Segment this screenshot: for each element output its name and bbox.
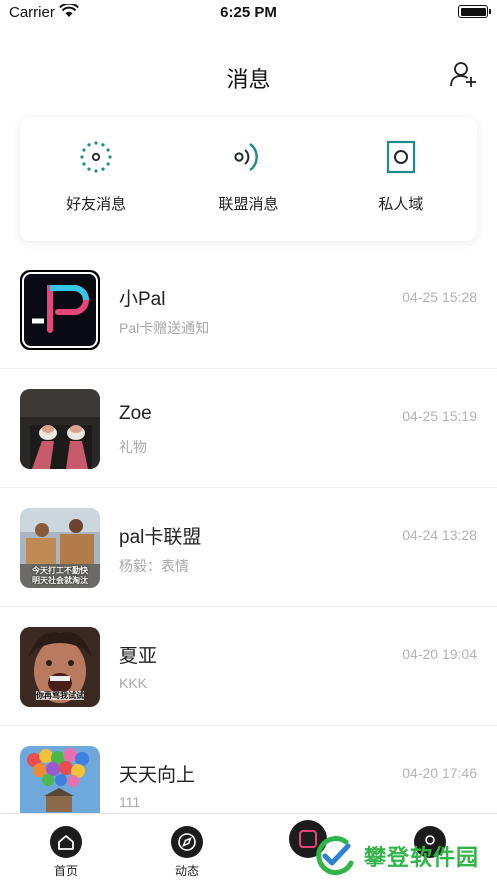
home-icon bbox=[50, 826, 82, 858]
tab-home[interactable]: 首页 bbox=[4, 814, 128, 883]
conversation-preview: Pal卡赠送通知 bbox=[119, 320, 210, 336]
page-title: 消息 bbox=[226, 67, 271, 92]
header: 消息 bbox=[0, 52, 497, 98]
conversation-name: Zoe bbox=[119, 403, 152, 424]
watermark: 攀登软件园 bbox=[312, 832, 492, 880]
avatar bbox=[20, 270, 100, 350]
conversation-time: 04-20 17:46 bbox=[402, 765, 477, 781]
avatar bbox=[20, 389, 100, 469]
conversation-time: 04-24 13:28 bbox=[402, 527, 477, 543]
conversation-time: 04-25 15:19 bbox=[402, 408, 477, 424]
avatar bbox=[20, 746, 100, 813]
conversation-row[interactable]: 天天向上 111 04-20 17:46 bbox=[0, 726, 497, 813]
conversation-name: 小Pal bbox=[119, 289, 166, 310]
conversation-preview: 礼物 bbox=[119, 439, 147, 455]
conversation-name: 夏亚 bbox=[119, 646, 158, 667]
avatar: 今天打工不勤快 明天社会就淘汰 bbox=[20, 508, 100, 588]
dotted-circle-icon bbox=[76, 137, 116, 177]
quick-action-friend-messages[interactable]: 好友消息 bbox=[20, 117, 172, 241]
conversation-row[interactable]: 你再骂我试试 夏亚 KKK 04-20 19:04 bbox=[0, 607, 497, 726]
conversation-list[interactable]: 小Pal Pal卡赠送通知 04-25 15:28 Zoe 礼物 04-25 1… bbox=[0, 250, 497, 813]
conversation-row[interactable]: 小Pal Pal卡赠送通知 04-25 15:28 bbox=[0, 250, 497, 369]
quick-action-alliance-messages[interactable]: 联盟消息 bbox=[172, 117, 324, 241]
watermark-logo-icon bbox=[316, 836, 354, 876]
conversation-preview: KKK bbox=[119, 675, 148, 691]
watermark-text: 攀登软件园 bbox=[364, 845, 480, 870]
conversation-row[interactable]: Zoe 礼物 04-25 15:19 bbox=[0, 369, 497, 488]
conversation-row[interactable]: 今天打工不勤快 明天社会就淘汰 pal卡联盟 杨毅：表情 04-24 13:28 bbox=[0, 488, 497, 607]
conversation-name: 天天向上 bbox=[119, 765, 196, 786]
avatar-caption: 你再骂我试试 bbox=[36, 691, 84, 700]
quick-action-label: 私人域 bbox=[378, 196, 424, 213]
broadcast-icon bbox=[228, 137, 268, 177]
quick-action-label: 好友消息 bbox=[66, 196, 127, 213]
tab-label: 动态 bbox=[174, 864, 199, 878]
quick-actions-card: 好友消息 联盟消息 私人域 bbox=[20, 117, 477, 241]
private-domain-icon bbox=[381, 137, 421, 177]
conversation-time: 04-20 19:04 bbox=[402, 646, 477, 662]
add-friend-icon[interactable] bbox=[449, 60, 477, 88]
battery-icon bbox=[458, 5, 491, 18]
avatar-caption: 今天打工不勤快 明天社会就淘汰 bbox=[32, 566, 88, 585]
clock: 6:25 PM bbox=[220, 4, 277, 21]
conversation-time: 04-25 15:28 bbox=[402, 289, 477, 305]
conversation-preview: 111 bbox=[119, 794, 141, 810]
avatar: 你再骂我试试 bbox=[20, 627, 100, 707]
compass-icon bbox=[171, 826, 203, 858]
quick-action-label: 联盟消息 bbox=[218, 196, 279, 213]
conversation-preview: 杨毅：表情 bbox=[119, 558, 189, 574]
quick-action-private-domain[interactable]: 私人域 bbox=[325, 117, 477, 241]
tab-moments[interactable]: 动态 bbox=[125, 814, 249, 883]
status-bar: Carrier 6:25 PM bbox=[0, 0, 497, 26]
conversation-name: pal卡联盟 bbox=[119, 527, 202, 548]
tab-label: 首页 bbox=[53, 864, 78, 878]
